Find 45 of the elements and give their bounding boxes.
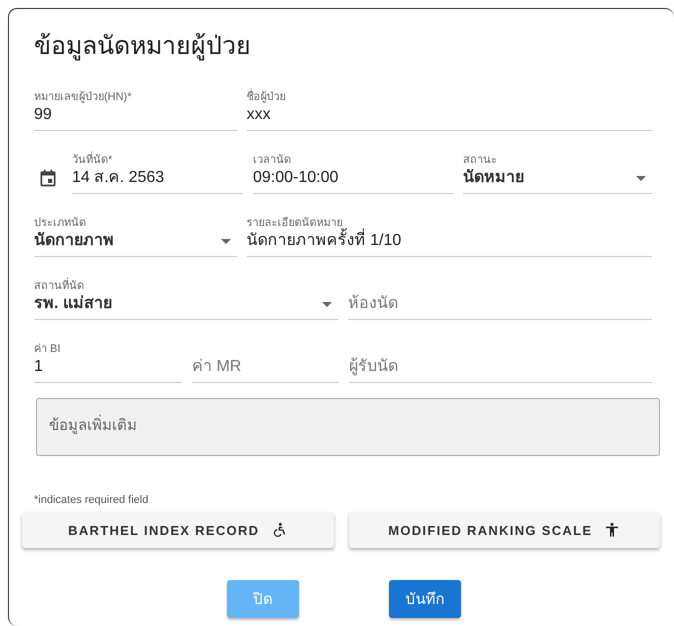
field-value: นัดหมาย — [463, 168, 525, 188]
field-label: หมายเลขผู้ป่วย(HN)* — [34, 90, 132, 104]
field-value: 14 ส.ค. 2563 — [72, 168, 166, 188]
field-label: สถานที่นัด — [34, 279, 338, 293]
field-label: รายละเอียดนัดหมาย — [246, 216, 343, 229]
field-placeholder: ผู้รับนัด — [349, 356, 399, 378]
field-label: ประเภทนัด — [34, 216, 87, 230]
input-field[interactable]: ค่า BI 1 — [34, 335, 182, 383]
calendar-icon[interactable] — [38, 168, 58, 188]
select-field[interactable]: ประเภทนัด นัดกายภาพ — [34, 209, 237, 257]
record-button[interactable]: MODIFIED RANKING SCALE — [348, 512, 660, 548]
record-button[interactable]: BARTHEL INDEX RECORD — [22, 512, 334, 548]
input-field[interactable]: รายละเอียดนัดหมาย นัดกายภาพครั้งที่ 1/10 — [246, 209, 652, 257]
field-label: สถานะ — [463, 153, 498, 167]
select-field[interactable]: สถานที่นัด รพ. แม่สาย — [34, 272, 338, 320]
caret-icon — [220, 238, 231, 244]
required-note: *indicates required field — [34, 494, 150, 506]
field-value: 09:00-10:00 — [253, 168, 340, 188]
input-field[interactable]: หมายเลขผู้ป่วย(HN)* 99 — [34, 83, 237, 131]
date-field[interactable]: วันที่นัด* 14 ส.ค. 2563 — [72, 146, 243, 194]
wheelchair-icon — [271, 522, 288, 538]
caret-icon — [636, 176, 646, 180]
field-placeholder: ห้องนัด — [348, 294, 399, 314]
select-field[interactable]: สถานะ นัดหมาย — [463, 146, 652, 194]
input-field[interactable]: ห้องนัด — [348, 272, 652, 320]
field-label: วันที่นัด* — [72, 153, 243, 167]
field-label: เวลานัด — [253, 153, 292, 167]
field-value: xxx — [246, 105, 272, 125]
field-label: ชื่อผู้ป่วย — [246, 90, 652, 104]
field-value: รพ. แม่สาย — [34, 294, 113, 314]
field-value: นัดกายภาพครั้งที่ 1/10 — [246, 230, 652, 252]
field-placeholder: ค่า MR — [192, 357, 242, 377]
field-value: 99 — [34, 105, 53, 125]
input-field[interactable]: เวลานัด 09:00-10:00 — [253, 146, 453, 194]
person-icon — [604, 522, 620, 538]
dialog-title: ข้อมูลนัดหมายผู้ป่วย — [34, 31, 252, 62]
caret-icon — [322, 302, 332, 306]
notes-field[interactable]: ข้อมูลเพิ่มเติม — [36, 398, 660, 456]
field-value: 1 — [34, 357, 44, 377]
input-field[interactable]: ชื่อผู้ป่วย xxx — [246, 83, 652, 131]
input-field[interactable]: ผู้รับนัด — [349, 335, 652, 383]
input-field[interactable]: ค่า MR — [192, 335, 339, 383]
save-button[interactable]: บันทึก — [389, 580, 461, 618]
field-label: ค่า BI — [34, 342, 62, 356]
field-value: นัดกายภาพ — [34, 231, 115, 251]
